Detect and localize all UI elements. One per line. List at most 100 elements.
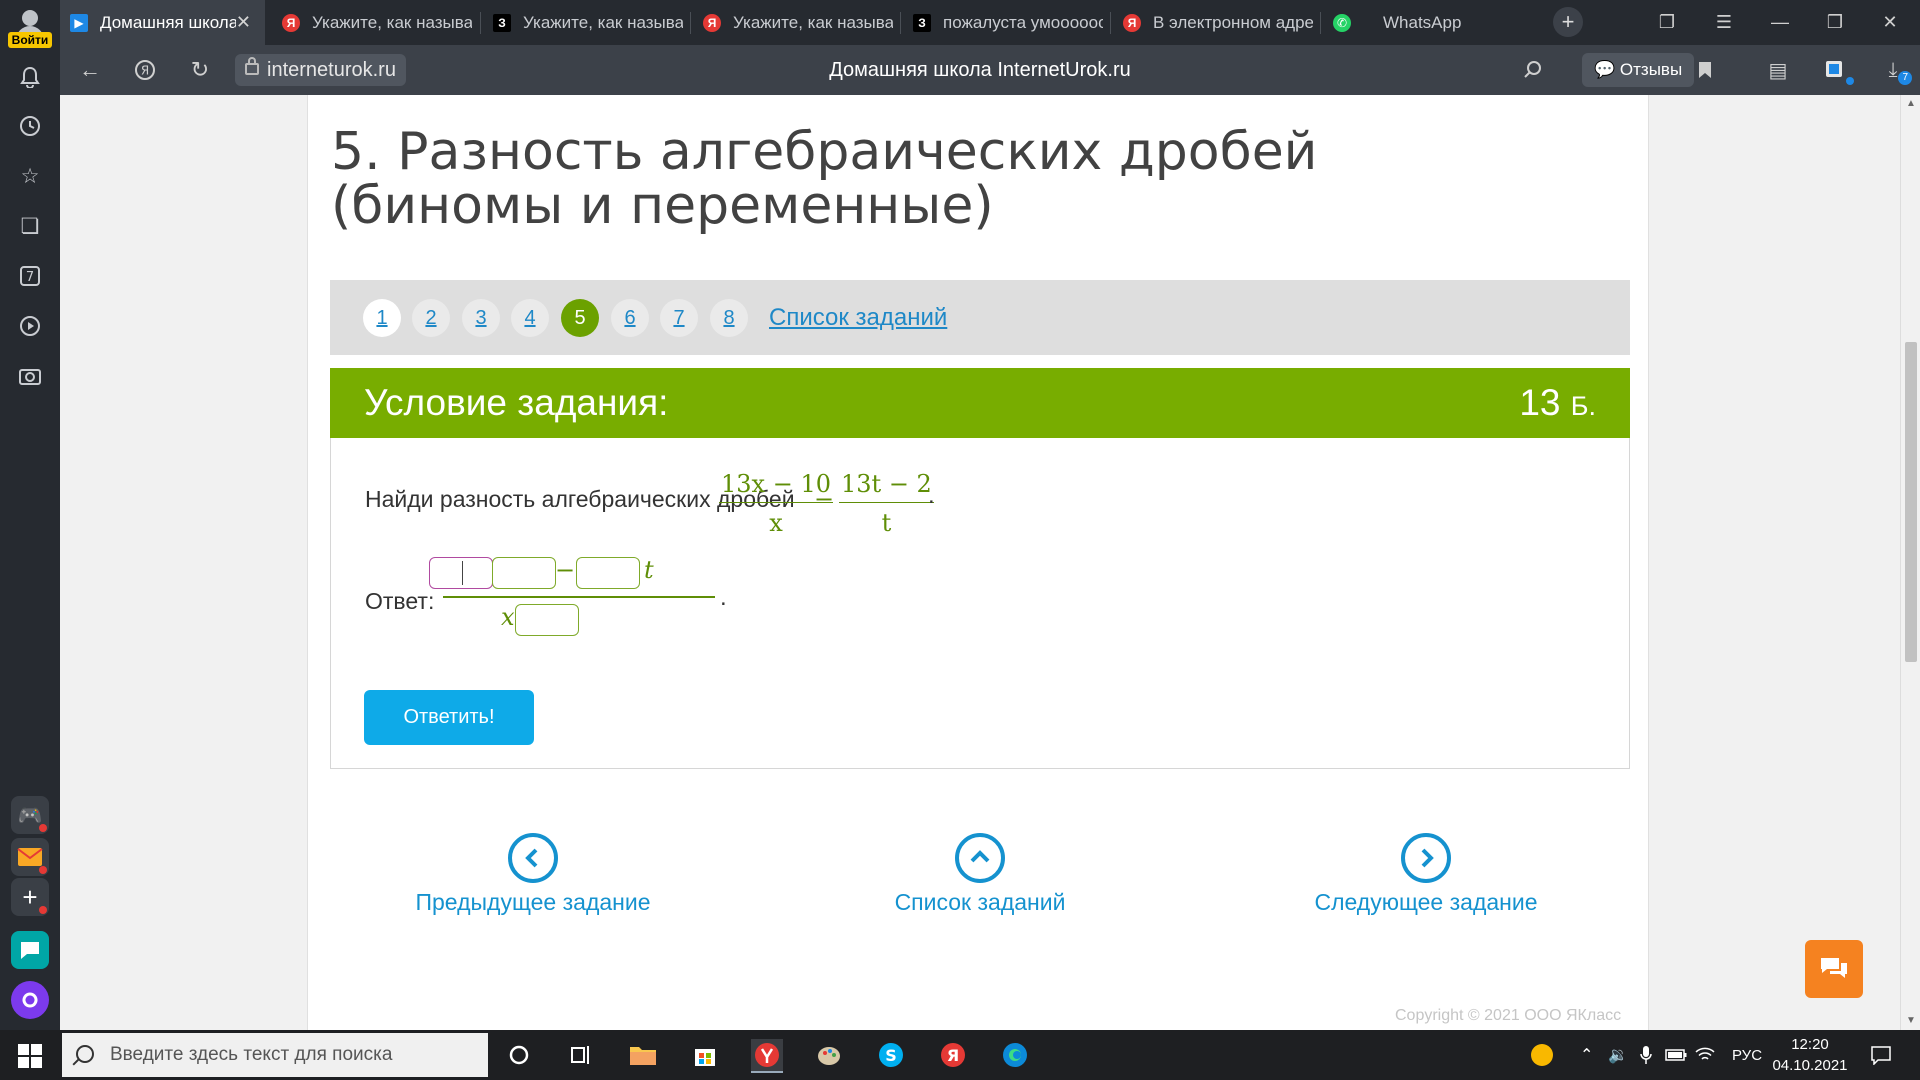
tab-4[interactable]: Я Укажите, как называ	[693, 0, 893, 45]
condition-header: Условие задания: 13 Б.	[330, 368, 1630, 438]
condition-title: Условие задания:	[364, 382, 669, 423]
tab-separator	[480, 12, 481, 34]
yandex-home-icon[interactable]: Я	[130, 55, 160, 85]
store-icon[interactable]	[689, 1039, 721, 1071]
tray-expand-icon[interactable]: ⌃	[1580, 1030, 1593, 1080]
chat-bubble-icon: 💬	[1594, 60, 1616, 79]
file-explorer-icon[interactable]	[627, 1039, 659, 1071]
tabs-list-icon[interactable]: ❐	[1640, 0, 1694, 45]
chat-icon	[1821, 958, 1847, 978]
task-list-bottom-link[interactable]: Список заданий	[830, 833, 1130, 916]
weather-icon[interactable]	[1530, 1030, 1554, 1080]
tab-2[interactable]: Я Укажите, как называ	[272, 0, 472, 45]
next-task-link[interactable]: Следующее задание	[1276, 833, 1576, 916]
task-number-5[interactable]: 5	[561, 299, 599, 337]
answer-minus: −	[555, 556, 576, 584]
skype-icon[interactable]: S	[875, 1039, 907, 1071]
chevron-up-icon	[955, 833, 1005, 883]
yandex-icon[interactable]: Я	[937, 1039, 969, 1071]
network-icon[interactable]	[1695, 1030, 1715, 1080]
yandex-browser-taskbar-icon[interactable]	[751, 1039, 783, 1073]
history-icon[interactable]	[15, 111, 45, 141]
task-number-3[interactable]: 3	[462, 299, 500, 337]
tab-separator	[1320, 12, 1321, 34]
task-number-6[interactable]: 6	[611, 299, 649, 337]
tab-whatsapp[interactable]: ✆ WhatsApp	[1323, 0, 1523, 45]
tab-3[interactable]: З Укажите, как называ	[483, 0, 683, 45]
mail-icon[interactable]	[11, 838, 49, 876]
task-number-4[interactable]: 4	[511, 299, 549, 337]
page-scrollbar[interactable]: ▲ ▼	[1900, 95, 1920, 1030]
scroll-up-icon[interactable]: ▲	[1901, 95, 1920, 113]
reload-icon[interactable]: ↻	[185, 55, 215, 85]
camera-icon[interactable]	[15, 361, 45, 391]
answer-variable-x: x	[501, 603, 515, 631]
edge-icon[interactable]	[999, 1039, 1031, 1071]
paint-icon[interactable]	[813, 1039, 845, 1071]
taskbar-search[interactable]: Введите здесь текст для поиска	[62, 1033, 488, 1077]
yandex-icon: Я	[282, 13, 300, 32]
language-indicator[interactable]: РУС	[1732, 1030, 1762, 1080]
task-view-icon[interactable]	[565, 1039, 597, 1071]
tab-home-school[interactable]: ▶ Домашняя школа ✕	[60, 0, 265, 45]
web-page: 5. Разность алгебраических дробей (бином…	[60, 95, 1900, 1030]
condition-body: Найди разность алгебраических дробей 13x…	[330, 438, 1630, 769]
answer-input-4[interactable]	[515, 604, 579, 636]
tab-5[interactable]: З пожалуста умоооооо	[903, 0, 1103, 45]
answer-input-3[interactable]	[576, 557, 640, 589]
copyright: Copyright © 2021 ООО ЯКласс	[1395, 1007, 1622, 1024]
answer-label: Ответ:	[365, 588, 435, 614]
page-title: 5. Разность алгебраических дробей (бином…	[331, 122, 1318, 236]
points-badge: 13 Б.	[1519, 382, 1596, 423]
cortana-icon[interactable]	[503, 1039, 535, 1071]
chevron-left-icon	[508, 833, 558, 883]
znanija-icon: З	[913, 13, 931, 32]
alice-icon[interactable]	[11, 981, 49, 1019]
microphone-icon[interactable]	[1640, 1030, 1652, 1080]
address-bar: Домашняя школа InternetUrok.ru ← Я ↻ int…	[60, 45, 1920, 95]
volume-icon[interactable]: 🔉	[1608, 1030, 1628, 1080]
battery-icon[interactable]	[1665, 1030, 1687, 1080]
menu-icon[interactable]: ☰	[1697, 0, 1751, 45]
new-tab-button[interactable]: +	[1553, 7, 1583, 37]
url-field[interactable]: interneturok.ru	[235, 54, 406, 86]
collections-sidebar-icon[interactable]: ❏	[15, 211, 45, 241]
windows-start-icon[interactable]	[18, 1044, 42, 1068]
games-icon[interactable]: 🎮	[11, 796, 49, 834]
reviews-button[interactable]: 💬 Отзывы	[1582, 53, 1695, 87]
task-number-1[interactable]: 1	[363, 299, 401, 337]
counter-icon[interactable]: 7	[15, 261, 45, 291]
star-icon[interactable]: ☆	[15, 161, 45, 191]
tab-6[interactable]: Я В электронном адре	[1113, 0, 1313, 45]
close-window-icon[interactable]: ✕	[1863, 0, 1917, 45]
scroll-down-icon[interactable]: ▼	[1901, 1012, 1920, 1030]
close-icon[interactable]: ✕	[236, 12, 251, 33]
task-number-8[interactable]: 8	[710, 299, 748, 337]
add-icon[interactable]: +	[11, 878, 49, 916]
answer-period: .	[720, 584, 727, 611]
zoom-icon[interactable]	[1518, 55, 1548, 85]
login-button[interactable]: Войти	[8, 32, 52, 48]
collections-icon[interactable]: ▤	[1763, 55, 1793, 85]
answer-input-1[interactable]	[429, 557, 493, 589]
task-number-2[interactable]: 2	[412, 299, 450, 337]
bell-icon[interactable]	[15, 62, 45, 92]
bookmark-icon[interactable]	[1690, 55, 1720, 85]
extension-icon[interactable]	[1820, 55, 1854, 85]
messenger-icon[interactable]	[11, 931, 49, 969]
scroll-thumb[interactable]	[1905, 342, 1917, 662]
task-list-link[interactable]: Список заданий	[769, 304, 947, 332]
svg-text:S: S	[885, 1046, 897, 1065]
restore-icon[interactable]: ❒	[1808, 0, 1862, 45]
chat-button[interactable]	[1805, 940, 1863, 998]
back-icon[interactable]: ←	[75, 55, 105, 85]
submit-button[interactable]: Ответить!	[364, 690, 534, 745]
task-number-7[interactable]: 7	[660, 299, 698, 337]
prev-task-link[interactable]: Предыдущее задание	[383, 833, 683, 916]
answer-input-2[interactable]	[492, 557, 556, 589]
notifications-icon[interactable]	[1870, 1030, 1892, 1080]
minimize-icon[interactable]: —	[1753, 0, 1807, 45]
video-icon[interactable]	[15, 311, 45, 341]
clock[interactable]: 12:20 04.10.2021	[1768, 1034, 1852, 1076]
downloads-icon[interactable]: ⤓ 7	[1878, 55, 1912, 85]
